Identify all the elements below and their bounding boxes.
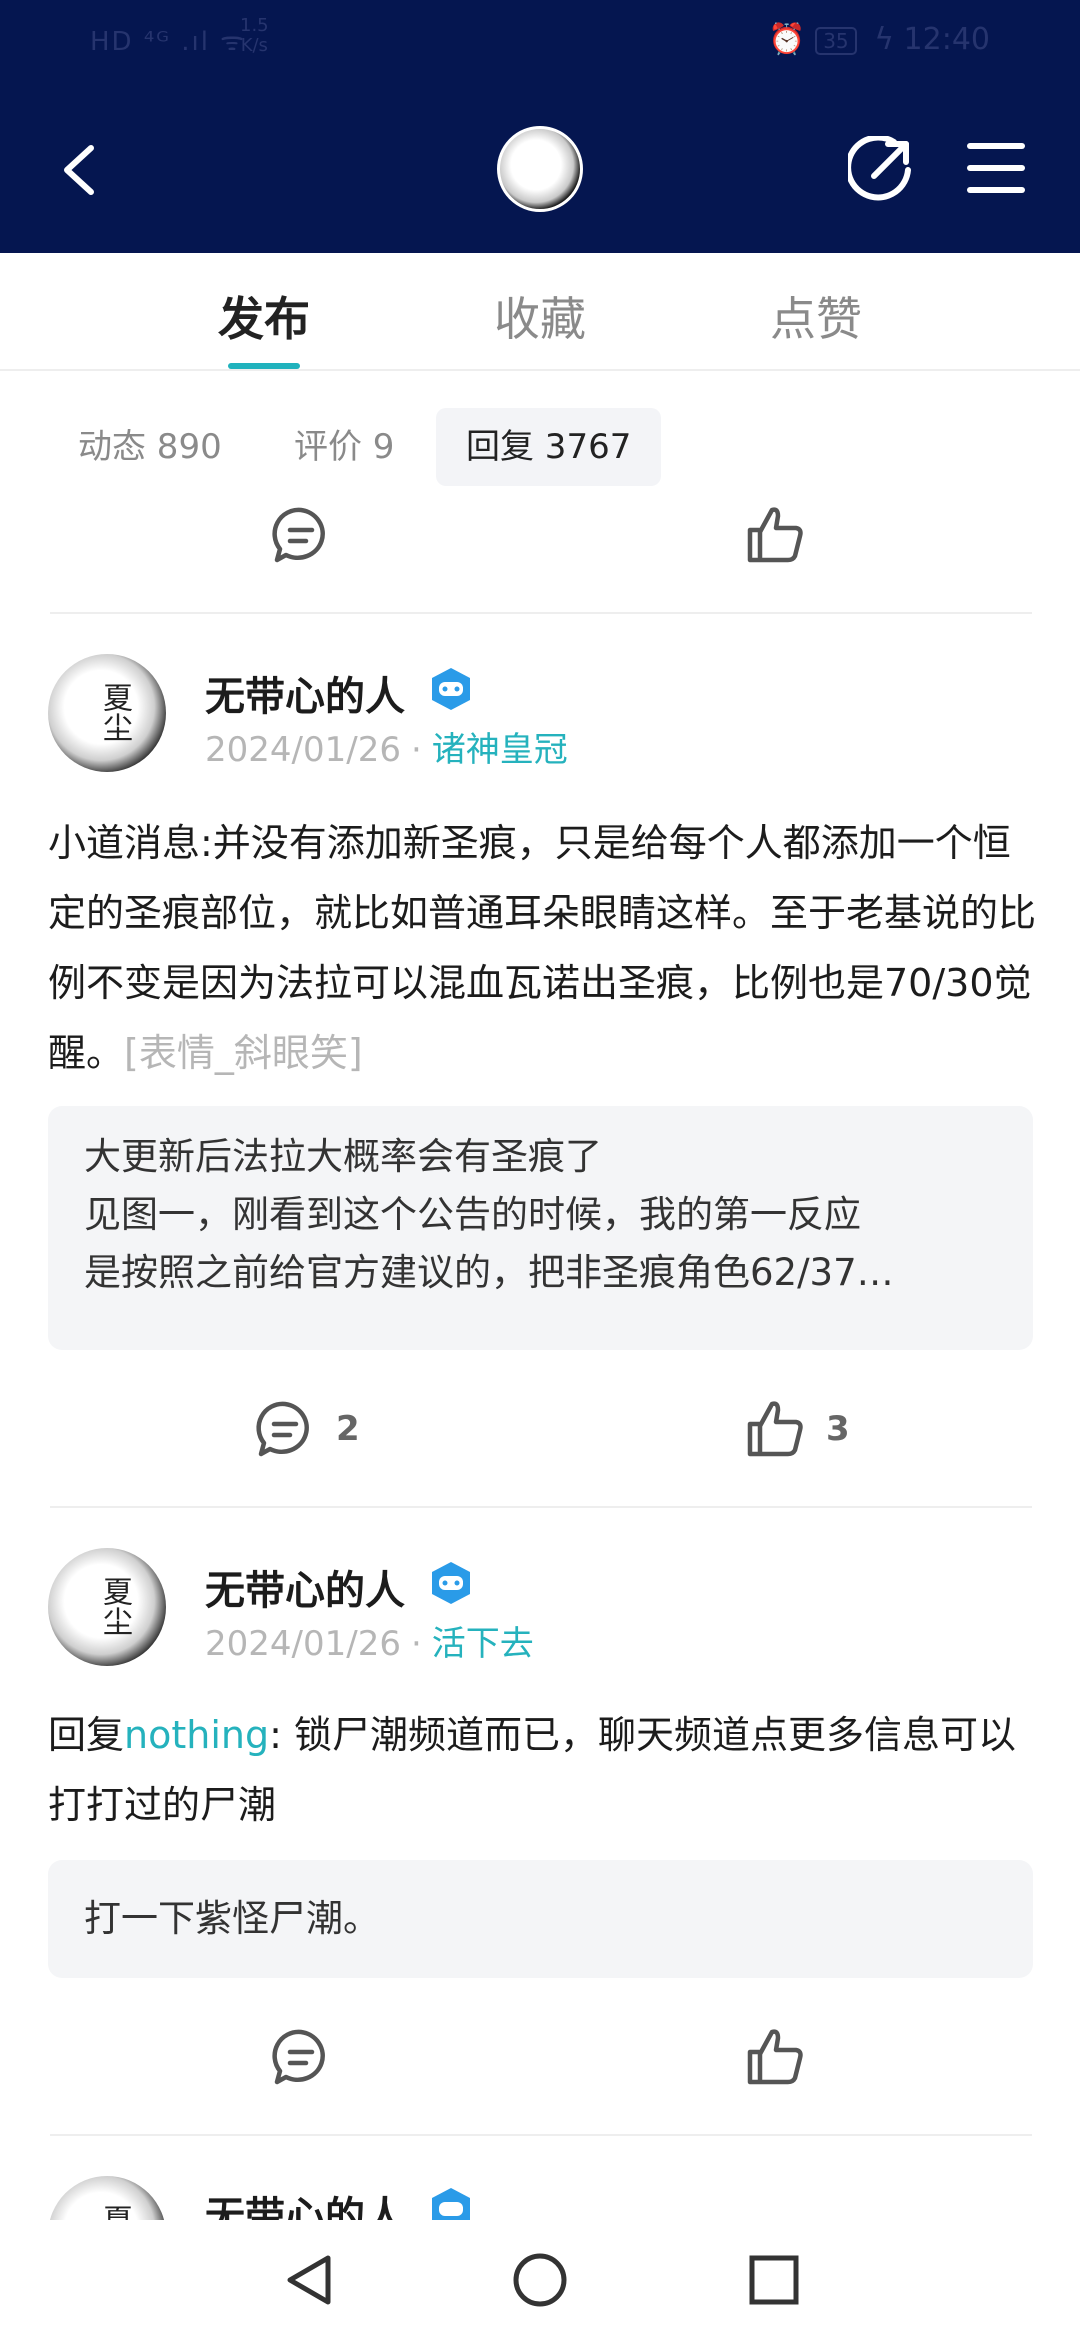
triangle-back-icon	[287, 2255, 331, 2305]
gamepad-badge-icon	[432, 668, 470, 710]
avatar[interactable]: 夏尘	[48, 2176, 166, 2220]
post-meta: 2024/01/26 · 活下去	[205, 1616, 534, 1665]
quote-line: 打一下紫怪尸潮。	[84, 1897, 380, 1940]
like-button[interactable]	[742, 2012, 808, 2102]
post-date: 2024/01/26	[205, 730, 401, 770]
signal-indicators: HD ⁴ᴳ .ıl ᯤ	[90, 27, 246, 57]
divider	[50, 612, 1032, 614]
comment-count: 2	[336, 1409, 360, 1449]
battery-indicator: 35	[815, 26, 857, 55]
share-icon	[845, 134, 911, 201]
post-actions: 2 3	[50, 1384, 1030, 1474]
divider	[50, 2134, 1032, 2136]
quote-line: 大更新后法拉大概率会有圣痕了	[84, 1135, 602, 1178]
active-tab-indicator	[228, 363, 300, 369]
post-card: 夏尘 无带心的人	[0, 2176, 1080, 2220]
filter-replies[interactable]: 回复 3767	[436, 408, 662, 486]
comment-button[interactable]: 2	[252, 1384, 360, 1474]
back-arrow-icon	[64, 145, 94, 195]
share-button[interactable]	[845, 134, 914, 202]
quote-line: 是按照之前给官方建议的，把非圣痕角色62/37…	[84, 1251, 894, 1294]
charging-icon: ϟ	[874, 22, 894, 57]
comment-icon	[272, 2029, 325, 2085]
post-actions	[50, 2012, 1030, 2102]
system-nav-bar	[0, 2220, 1080, 2340]
author-name[interactable]: 无带心的人	[205, 1558, 405, 1616]
tab-publish[interactable]: 发布	[184, 283, 344, 349]
post-meta: 2024/01/26 · 诸神皇冠	[205, 722, 568, 771]
emote-text: [表情_斜眼笑]	[124, 1031, 363, 1075]
avatar[interactable]: 夏尘	[48, 1548, 166, 1666]
status-bar: HD ⁴ᴳ .ıl ᯤ 1.5 K/s ⏰ 35 ϟ 12:40	[0, 0, 1080, 86]
post-date: 2024/01/26	[205, 1624, 401, 1664]
content-tabs: 发布 收藏 点赞	[0, 253, 1080, 371]
comment-button[interactable]	[268, 2012, 334, 2102]
meta-separator: ·	[410, 730, 422, 770]
avatar[interactable]: 夏尘	[48, 654, 166, 772]
network-speed-value: 1.5	[240, 15, 269, 36]
post-body[interactable]: 回复nothing: 锁尸潮频道而已，聊天频道点更多信息可以打打过的尸潮	[48, 1700, 1038, 1840]
divider	[50, 1506, 1032, 1508]
menu-icon	[967, 143, 1025, 193]
like-button[interactable]: 3	[742, 1384, 850, 1474]
gamepad-badge-icon	[432, 1562, 470, 1604]
meta-separator: ·	[410, 1624, 422, 1664]
avatar-seal: 夏尘	[97, 1576, 132, 1636]
thumbs-up-icon	[747, 507, 803, 563]
quoted-post[interactable]: 打一下紫怪尸潮。	[48, 1860, 1033, 1978]
back-button[interactable]	[55, 140, 105, 200]
author-name[interactable]: 无带心的人	[205, 664, 405, 722]
top-app-bar: HD ⁴ᴳ .ıl ᯤ 1.5 K/s ⏰ 35 ϟ 12:40	[0, 0, 1080, 253]
comment-icon	[272, 507, 325, 563]
author-name[interactable]: 无带心的人	[205, 2184, 405, 2220]
tab-favorites[interactable]: 收藏	[460, 283, 620, 349]
reply-prefix: 回复	[48, 1713, 125, 1757]
thumbs-up-icon	[747, 1401, 803, 1457]
menu-button[interactable]	[966, 140, 1026, 196]
quote-line: 见图一，刚看到这个公告的时候，我的第一反应	[84, 1193, 861, 1236]
comment-icon	[256, 1401, 309, 1457]
post-body[interactable]: 小道消息:并没有添加新圣痕，只是给每个人都添加一个恒定的圣痕部位，就比如普通耳朵…	[48, 808, 1038, 1088]
avatar-seal: 夏尘	[92, 2204, 136, 2220]
previous-post-actions	[50, 490, 1030, 580]
comment-button[interactable]	[268, 490, 334, 580]
alarm-icon: ⏰	[768, 22, 806, 57]
clock: 12:40	[903, 22, 990, 57]
network-speed: 1.5 K/s	[240, 16, 269, 56]
nav-back-button[interactable]	[278, 2250, 338, 2310]
like-button[interactable]	[742, 490, 808, 580]
network-speed-unit: K/s	[240, 35, 268, 56]
thumbs-up-icon	[747, 2029, 803, 2085]
filter-dynamics[interactable]: 动态 890	[78, 408, 222, 486]
filter-reviews[interactable]: 评价 9	[294, 408, 394, 486]
circle-home-icon	[513, 2253, 567, 2307]
mention-link[interactable]: nothing	[124, 1713, 269, 1757]
gamepad-badge-icon	[432, 2188, 470, 2220]
quoted-post[interactable]: 大更新后法拉大概率会有圣痕了 见图一，刚看到这个公告的时候，我的第一反应 是按照…	[48, 1106, 1033, 1350]
avatar-seal: 夏尘	[97, 682, 132, 742]
like-count: 3	[826, 1409, 850, 1449]
profile-avatar[interactable]	[497, 126, 583, 212]
status-right: ⏰ 35 ϟ 12:40	[768, 22, 990, 57]
square-recents-icon	[749, 2255, 799, 2305]
nav-home-button[interactable]	[510, 2250, 570, 2310]
tab-likes[interactable]: 点赞	[736, 283, 896, 349]
game-tag[interactable]: 诸神皇冠	[432, 730, 568, 770]
nav-recents-button[interactable]	[744, 2250, 804, 2310]
game-tag[interactable]: 活下去	[432, 1624, 534, 1664]
